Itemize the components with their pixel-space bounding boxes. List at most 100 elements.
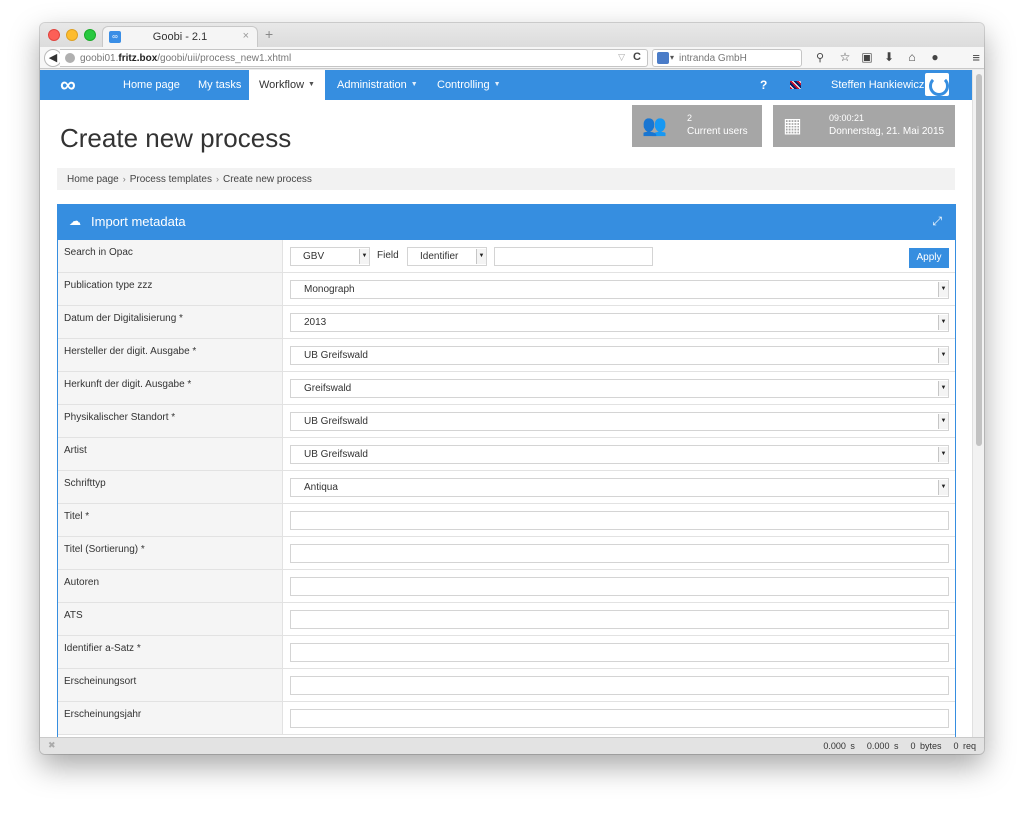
import-metadata-panel: ☁ Import metadata ⤢ Search in Opac GBV ▼ … — [57, 204, 956, 737]
clipboard-icon[interactable]: ▣ — [860, 50, 874, 64]
metadata-input[interactable] — [290, 610, 949, 629]
nav-home-page[interactable]: Home page — [113, 70, 190, 100]
metadata-select[interactable]: Greifswald ▼ — [290, 379, 949, 398]
metadata-select[interactable]: 2013 ▼ — [290, 313, 949, 332]
tab-close-icon[interactable]: × — [243, 30, 249, 42]
metadata-select[interactable]: UB Greifswald ▼ — [290, 346, 949, 365]
row-label: Titel (Sortierung) * — [58, 537, 283, 569]
select-arrow-icon: ▼ — [938, 447, 948, 462]
metadata-form: Search in Opac GBV ▼ Field Identifier ▼ Ap… — [58, 240, 955, 735]
form-row: Autoren — [58, 570, 955, 603]
form-row: Titel (Sortierung) * — [58, 537, 955, 570]
browser-window: ∞ Goobi - 2.1 × + ◀ goobi01.fritz.box/go… — [40, 23, 984, 754]
language-flag-icon[interactable] — [790, 81, 801, 89]
goobi-logo[interactable]: ∞ — [60, 74, 76, 96]
close-window-button[interactable] — [48, 29, 60, 41]
metadata-input[interactable] — [290, 643, 949, 662]
row-label: Datum der Digitalisierung * — [58, 306, 283, 338]
opac-search-input[interactable] — [494, 247, 653, 266]
panel-title: Import metadata — [91, 214, 186, 229]
tab-bar: ∞ Goobi - 2.1 × + — [40, 23, 984, 48]
search-icon[interactable]: ⚲ — [816, 51, 824, 64]
metadata-input[interactable] — [290, 511, 949, 530]
new-tab-button[interactable]: + — [265, 26, 273, 42]
row-label: Identifier a-Satz * — [58, 636, 283, 668]
row-label: ATS — [58, 603, 283, 635]
tab-title: Goobi - 2.1 — [152, 31, 208, 43]
star-icon[interactable]: ☆ — [838, 50, 852, 64]
metadata-select[interactable]: UB Greifswald ▼ — [290, 445, 949, 464]
field-select[interactable]: Identifier ▼ — [407, 247, 487, 266]
metadata-input[interactable] — [290, 577, 949, 596]
close-icon[interactable]: ✖ — [48, 740, 56, 751]
url-text: goobi01.fritz.box/goobi/uii/process_new1… — [80, 53, 292, 64]
select-arrow-icon: ▼ — [938, 480, 948, 495]
metadata-select[interactable]: UB Greifswald ▼ — [290, 412, 949, 431]
calendar-icon: ▦ — [783, 115, 802, 137]
url-bar[interactable]: goobi01.fritz.box/goobi/uii/process_new1… — [60, 49, 648, 67]
breadcrumb-separator: › — [215, 174, 219, 184]
caret-down-icon: ▼ — [410, 81, 418, 89]
globe-icon — [65, 53, 75, 63]
zoom-window-button[interactable] — [84, 29, 96, 41]
chevron-down-icon[interactable]: ▾ — [670, 53, 674, 62]
form-row: Schrifttyp Antiqua ▼ — [58, 471, 955, 504]
nav-administration[interactable]: Administration ▼ — [327, 70, 428, 100]
row-label: Herkunft der digit. Ausgabe * — [58, 372, 283, 404]
search-bar[interactable]: ▾ intranda GmbH — [652, 49, 802, 67]
form-row: Hersteller der digit. Ausgabe * UB Greifs… — [58, 339, 955, 372]
metadata-input[interactable] — [290, 709, 949, 728]
row-label: Erscheinungsjahr — [58, 702, 283, 734]
chat-icon[interactable]: ● — [928, 50, 942, 64]
select-value: Monograph — [304, 284, 355, 295]
expand-icon[interactable]: ⤢ — [932, 214, 942, 229]
reload-icon[interactable]: C — [633, 51, 641, 63]
nav-my-tasks[interactable]: My tasks — [188, 70, 251, 100]
row-label: Schrifttyp — [58, 471, 283, 503]
row-label: Artist — [58, 438, 283, 470]
form-row: Physikalischer Standort * UB Greifswald ▼ — [58, 405, 955, 438]
scrollbar-thumb[interactable] — [976, 74, 982, 446]
select-arrow-icon: ▼ — [359, 249, 369, 264]
select-value: 2013 — [304, 317, 327, 328]
search-engine-icon[interactable] — [657, 52, 669, 64]
url-dropdown-icon[interactable]: ▽ — [618, 52, 625, 63]
intranda-logo-icon[interactable] — [925, 73, 949, 96]
panel-header: ☁ Import metadata ⤢ — [57, 204, 956, 240]
vertical-scrollbar[interactable] — [972, 70, 984, 737]
users-count: 2 — [687, 113, 693, 123]
nav-controlling[interactable]: Controlling ▼ — [427, 70, 511, 100]
users-icon: 👥 — [642, 115, 667, 137]
minimize-window-button[interactable] — [66, 29, 78, 41]
home-icon[interactable]: ⌂ — [905, 50, 919, 64]
nav-workflow[interactable]: Workflow ▼ — [249, 70, 325, 100]
users-label: Current users — [687, 126, 748, 137]
metadata-select[interactable]: Antiqua ▼ — [290, 478, 949, 497]
caret-down-icon: ▼ — [493, 81, 501, 89]
menu-icon[interactable]: ≡ — [972, 50, 980, 65]
select-arrow-icon: ▼ — [938, 381, 948, 396]
apply-button[interactable]: Apply — [909, 248, 949, 268]
form-row: Erscheinungsjahr — [58, 702, 955, 735]
download-icon[interactable]: ⬇ — [882, 50, 896, 64]
select-value: Antiqua — [304, 482, 338, 493]
date-widget: ▦ 09:00:21 Donnerstag, 21. Mai 2015 — [773, 105, 955, 147]
form-row: Herkunft der digit. Ausgabe * Greifswald ▼ — [58, 372, 955, 405]
metadata-select[interactable]: Monograph ▼ — [290, 280, 949, 299]
breadcrumb-home[interactable]: Home page — [67, 174, 119, 185]
form-row: Publication type zzz Monograph ▼ — [58, 273, 955, 306]
breadcrumb-process-templates[interactable]: Process templates — [130, 174, 212, 185]
opac-search-row: Search in Opac GBV ▼ Field Identifier ▼ Ap… — [58, 240, 955, 273]
user-name[interactable]: Steffen Hankiewicz — [831, 70, 924, 100]
metadata-input[interactable] — [290, 544, 949, 563]
field-label: Field — [377, 250, 399, 261]
catalog-select[interactable]: GBV ▼ — [290, 247, 370, 266]
select-arrow-icon: ▼ — [938, 414, 948, 429]
form-row: ATS — [58, 603, 955, 636]
row-label: Search in Opac — [58, 240, 283, 272]
browser-tab[interactable]: ∞ Goobi - 2.1 × — [102, 26, 258, 48]
metadata-input[interactable] — [290, 676, 949, 695]
select-arrow-icon: ▼ — [938, 282, 948, 297]
help-icon[interactable]: ? — [760, 70, 767, 100]
search-engine-label: intranda GmbH — [679, 53, 747, 64]
